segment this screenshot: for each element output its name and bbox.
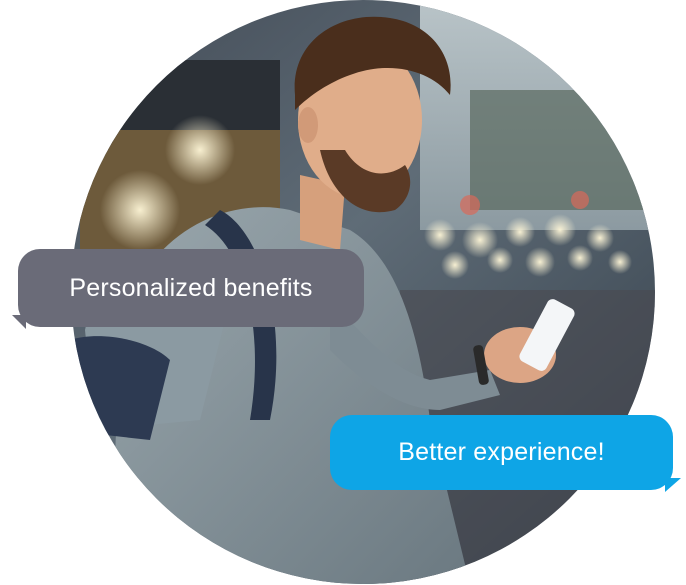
speech-bubble-secondary-text: Better experience!	[398, 438, 605, 466]
speech-bubble-primary-text: Personalized benefits	[69, 273, 313, 302]
speech-bubble-secondary: Better experience!	[330, 415, 681, 492]
speech-bubble-primary: Personalized benefits	[18, 249, 364, 327]
